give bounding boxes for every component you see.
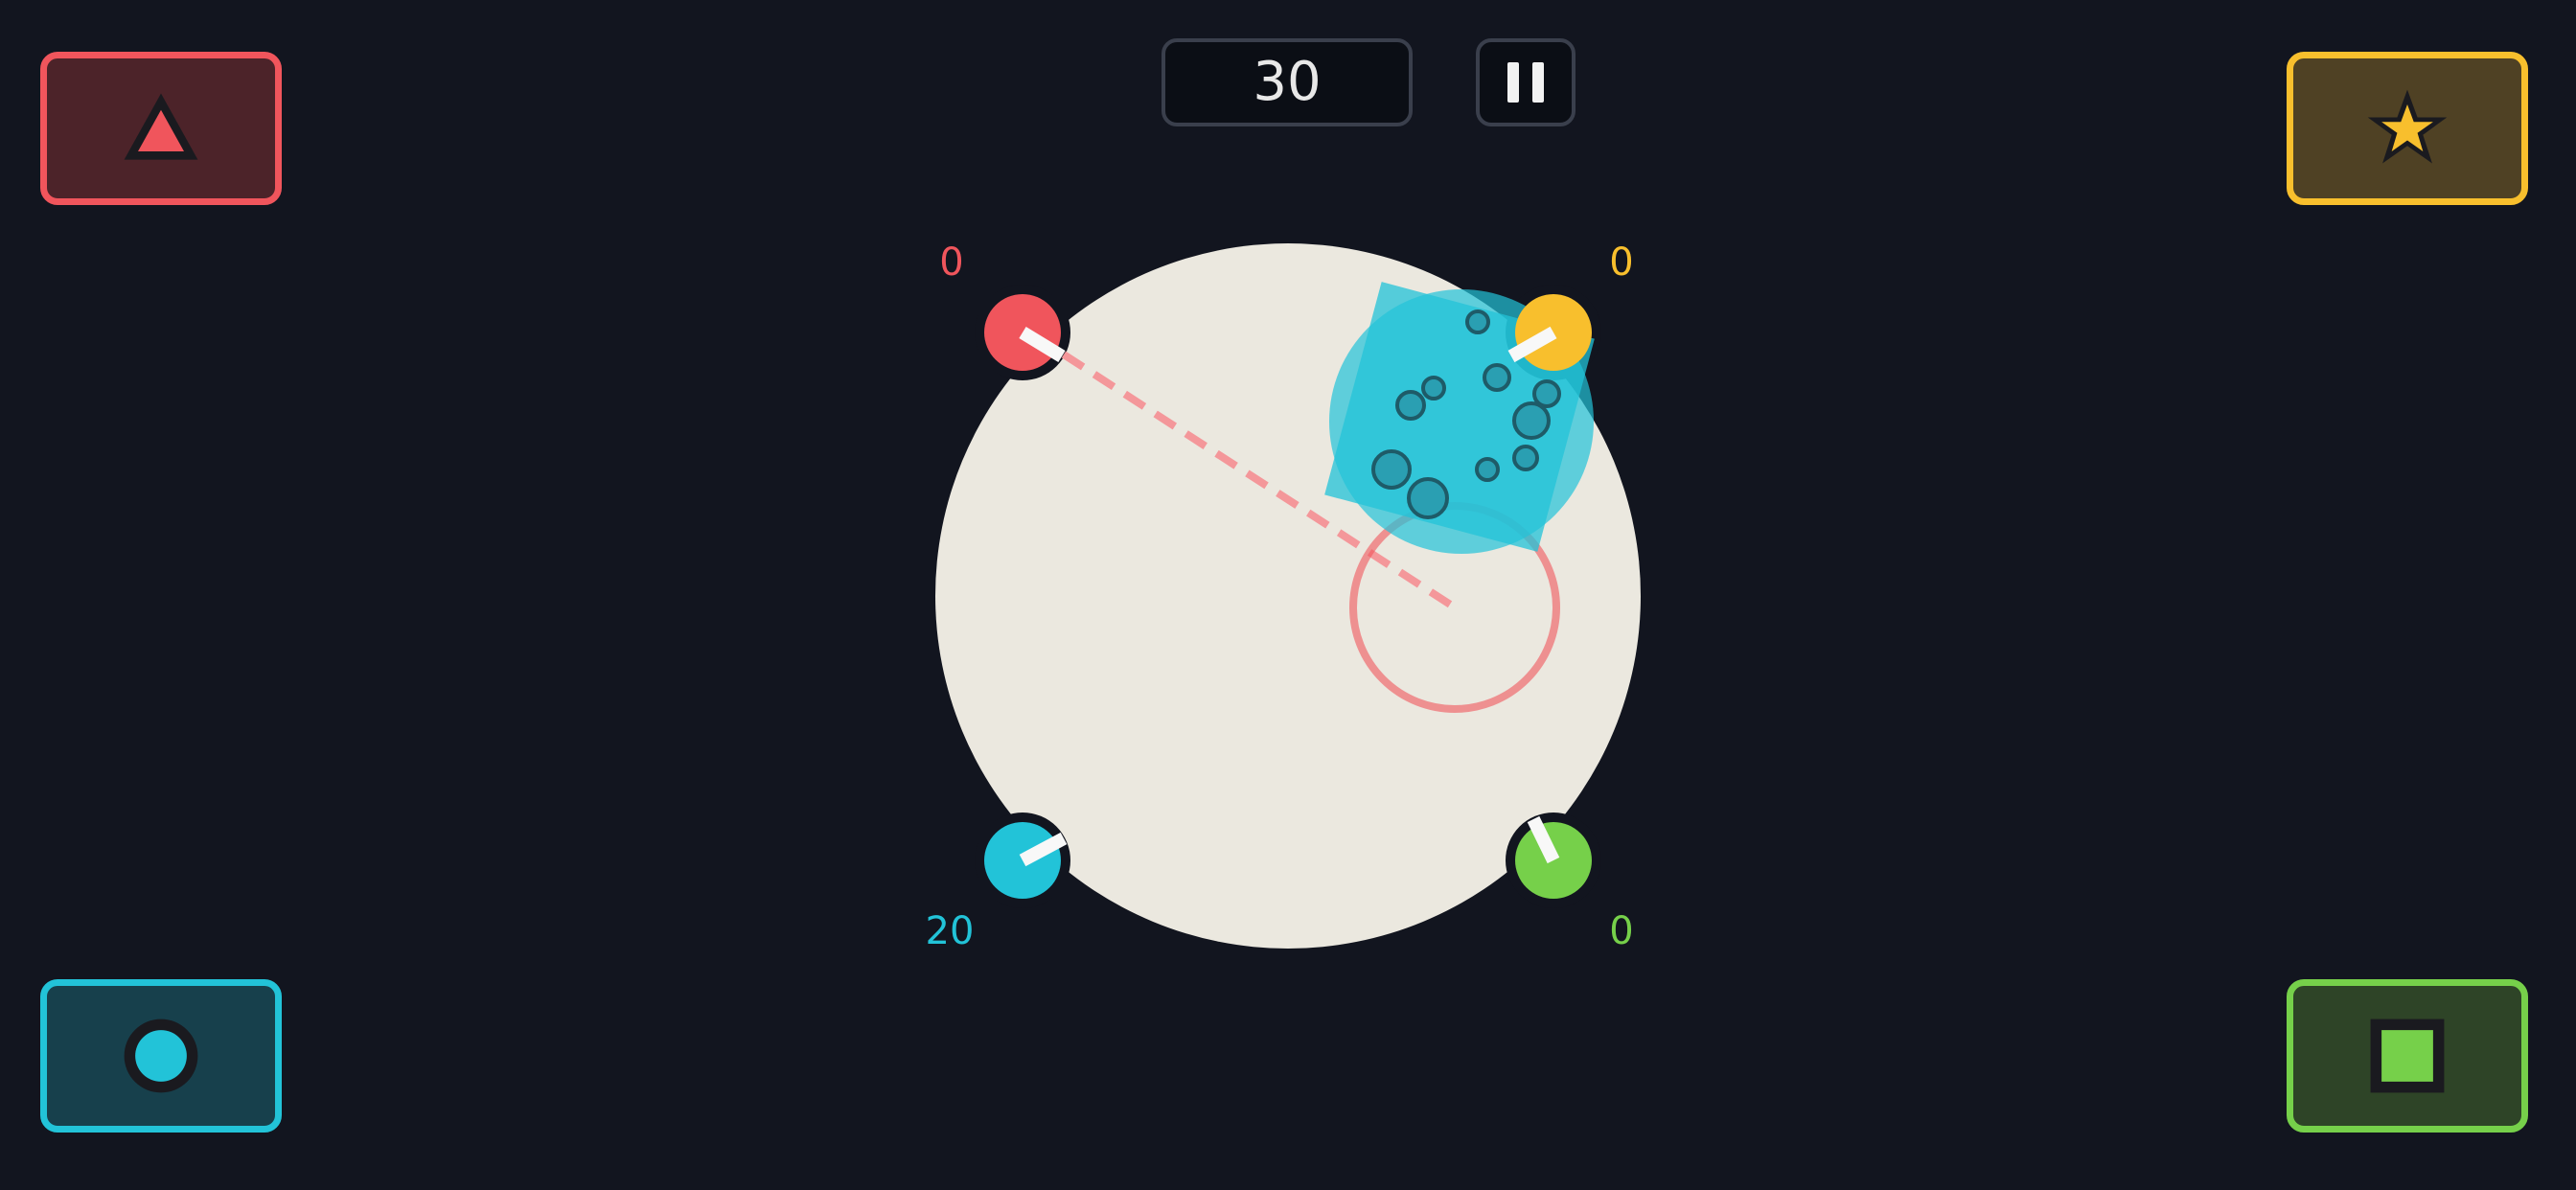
red-score: 0 [939, 240, 964, 285]
yellow-score: 0 [1609, 240, 1634, 285]
cyan-score: 20 [925, 909, 975, 953]
arena [935, 243, 1641, 949]
game-stage: 30 0 0 20 0 [0, 0, 2576, 1190]
green-score: 0 [1609, 909, 1634, 953]
